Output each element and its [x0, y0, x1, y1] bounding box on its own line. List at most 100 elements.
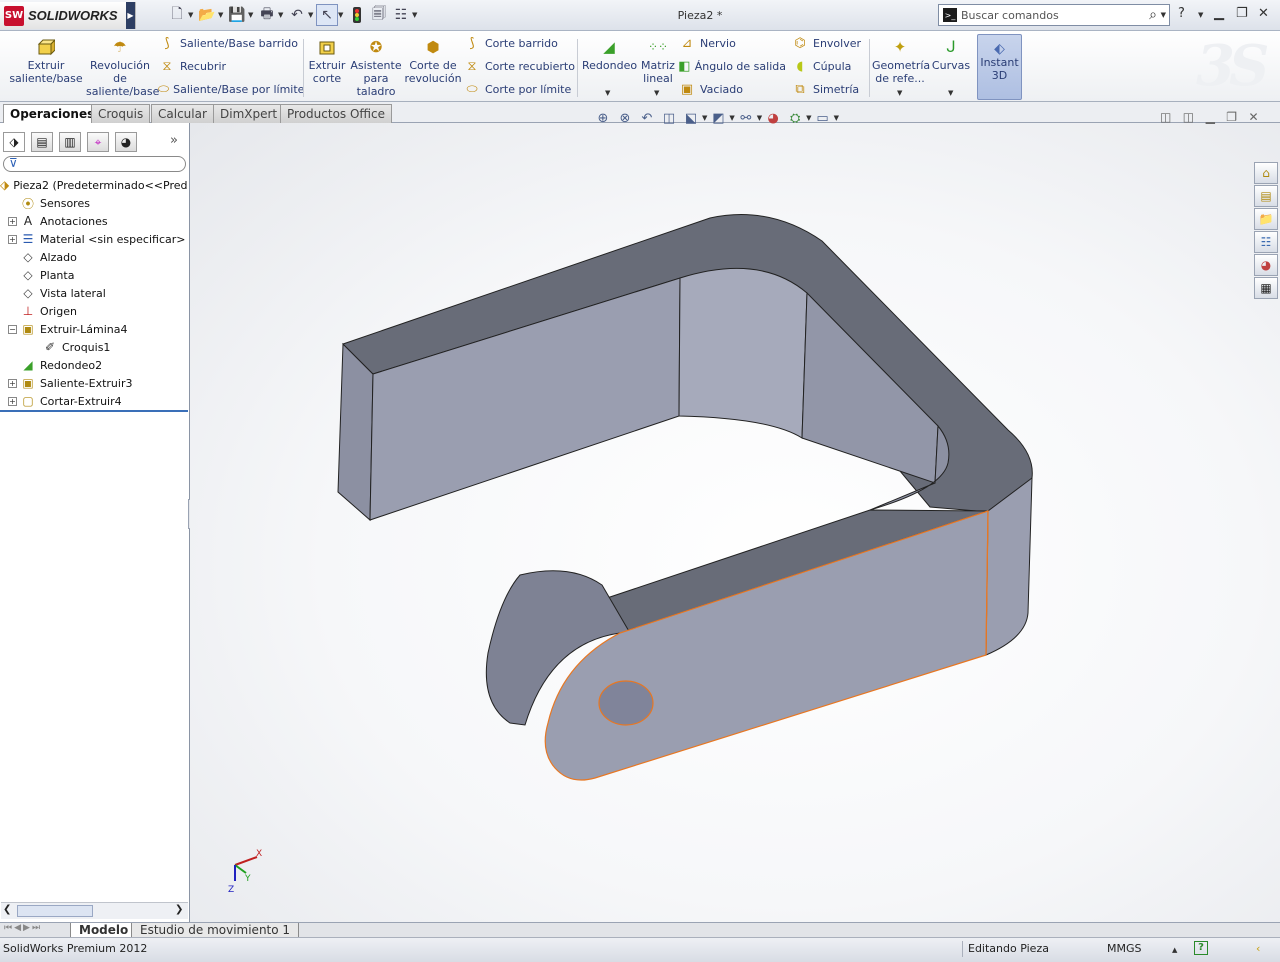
- apply-scene-icon[interactable]: ⛭: [784, 108, 806, 128]
- loft-button[interactable]: ⧖ Recubrir: [158, 56, 298, 76]
- options-dropdown-icon[interactable]: ▼: [412, 11, 420, 19]
- rollback-bar[interactable]: [0, 410, 188, 412]
- tree-item[interactable]: ⊥ Origen: [0, 302, 188, 320]
- curves-button[interactable]: ᒍ Curvas: [930, 37, 972, 72]
- feature-tree-tab-icon[interactable]: ⬗: [3, 132, 25, 152]
- tree-item[interactable]: ◇ Planta: [0, 266, 188, 284]
- swept-boss-button[interactable]: ⟆ Saliente/Base barrido: [158, 33, 298, 53]
- file-explorer-icon[interactable]: 📁: [1254, 208, 1278, 230]
- horizontal-scrollbar[interactable]: ❮ ❯: [1, 902, 188, 919]
- view-orientation-icon[interactable]: ⬕: [680, 108, 702, 128]
- dome-button[interactable]: ◖ Cúpula: [791, 56, 867, 76]
- tree-expander-icon[interactable]: +: [8, 234, 17, 244]
- design-library-icon[interactable]: ▤: [1254, 185, 1278, 207]
- tree-item[interactable]: + ▢ Cortar-Extruir4: [0, 392, 188, 410]
- revolve-cut-button[interactable]: ⬢ Corte de revolución: [404, 37, 462, 85]
- tree-expander-icon[interactable]: −: [8, 324, 17, 334]
- wrap-button[interactable]: ⌬ Envolver: [791, 33, 867, 53]
- help-icon[interactable]: ?: [1178, 6, 1185, 21]
- open-folder-icon[interactable]: 📂: [196, 4, 218, 26]
- tab-modelo[interactable]: Modelo: [70, 923, 138, 938]
- dimxpert-manager-tab-icon[interactable]: ⌖: [87, 132, 109, 152]
- tree-root-part[interactable]: ⬗ Pieza2 (Predeterminado<<Predeterminado…: [0, 176, 188, 194]
- tree-item[interactable]: ◇ Alzado: [0, 248, 188, 266]
- search-dropdown-icon[interactable]: ▼: [1161, 11, 1166, 19]
- new-dropdown-icon[interactable]: ▼: [188, 11, 196, 19]
- hide-show-items-icon[interactable]: ⚯: [735, 108, 757, 128]
- search-input[interactable]: Buscar comandos: [961, 9, 1149, 22]
- ref-geometry-dropdown-icon[interactable]: ▼: [897, 89, 902, 97]
- tree-item[interactable]: + ▣ Saliente-Extruir3: [0, 374, 188, 392]
- curves-dropdown-icon[interactable]: ▼: [948, 89, 953, 97]
- tab-croquis[interactable]: Croquis: [91, 104, 151, 123]
- model-inner-wall-curve[interactable]: [678, 267, 808, 439]
- tree-item[interactable]: ⦿ Sensores: [0, 194, 188, 212]
- tree-item[interactable]: − ▣ Extruir-Lámina4: [0, 320, 188, 338]
- tree-item[interactable]: + A Anotaciones: [0, 212, 188, 230]
- select-dropdown-icon[interactable]: ▼: [338, 11, 346, 19]
- viewport-minimize-icon[interactable]: ▁: [1206, 110, 1215, 124]
- print-icon[interactable]: 🖶: [256, 4, 278, 26]
- view-settings-dropdown-icon[interactable]: ▼: [834, 114, 839, 122]
- mirror-button[interactable]: ⧉ Simetría: [791, 79, 867, 99]
- solidworks-menu-button[interactable]: SW SOLIDWORKS ▶: [0, 2, 136, 29]
- hole-wizard-button[interactable]: ✪ Asistente para taladro: [349, 37, 403, 98]
- display-manager-tab-icon[interactable]: ◕: [115, 132, 137, 152]
- shell-button[interactable]: ▣ Vaciado: [678, 79, 786, 99]
- tree-item[interactable]: ◇ Vista lateral: [0, 284, 188, 302]
- select-cursor-icon[interactable]: ↖: [316, 4, 338, 26]
- tab-calcular[interactable]: Calcular: [151, 104, 214, 123]
- display-style-icon[interactable]: ◩: [707, 108, 729, 128]
- rib-button[interactable]: ⊿ Nervio: [678, 33, 786, 53]
- scroll-left-icon[interactable]: ❮: [3, 904, 11, 915]
- instant3d-button[interactable]: ⬖ Instant 3D: [977, 34, 1022, 100]
- linear-pattern-button[interactable]: ⁘⁘ Matriz lineal: [640, 37, 676, 85]
- scroll-thumb[interactable]: [17, 905, 93, 917]
- pattern-dropdown-icon[interactable]: ▼: [654, 89, 659, 97]
- help-dropdown-icon[interactable]: ▼: [1198, 11, 1203, 19]
- menu-flyout-arrow-icon[interactable]: ▶: [126, 2, 135, 29]
- fillet-dropdown-icon[interactable]: ▼: [605, 89, 610, 97]
- revolve-boss-button[interactable]: ☂ Revolución de saliente/base: [86, 37, 159, 98]
- tree-expander-icon[interactable]: +: [8, 396, 17, 406]
- save-icon[interactable]: 💾: [226, 4, 248, 26]
- tree-item[interactable]: ✐ Croquis1: [0, 338, 188, 356]
- section-view-icon[interactable]: ◫: [658, 108, 680, 128]
- view-settings-icon[interactable]: ▭: [812, 108, 834, 128]
- tree-item[interactable]: ◢ Redondeo2: [0, 356, 188, 374]
- model-view[interactable]: X Y Z: [190, 123, 1280, 922]
- search-commands-box[interactable]: >_ Buscar comandos ⌕ ▼: [938, 4, 1170, 26]
- viewport-split-right-icon[interactable]: ◫: [1183, 110, 1194, 124]
- zoom-to-fit-icon[interactable]: ⊕: [592, 108, 614, 128]
- print-dropdown-icon[interactable]: ▼: [278, 11, 286, 19]
- viewport-close-icon[interactable]: ✕: [1249, 110, 1259, 124]
- tree-expander-icon[interactable]: +: [8, 378, 17, 388]
- rebuild-traffic-light-icon[interactable]: [346, 4, 368, 26]
- panel-expand-icon[interactable]: »: [170, 133, 178, 148]
- scroll-right-icon[interactable]: ❯: [175, 904, 183, 915]
- solidworks-resources-icon[interactable]: ⌂: [1254, 162, 1278, 184]
- status-units[interactable]: MMGS: [1107, 942, 1142, 955]
- options-icon[interactable]: ☷: [390, 4, 412, 26]
- tab-operaciones[interactable]: Operaciones: [3, 104, 102, 124]
- quick-tips-icon[interactable]: ?: [1194, 941, 1208, 955]
- extrude-boss-button[interactable]: Extruir saliente/base: [8, 37, 84, 85]
- close-icon[interactable]: ✕: [1258, 6, 1269, 21]
- file-properties-icon[interactable]: 🗐: [368, 4, 390, 26]
- graphics-area[interactable]: X Y Z: [190, 123, 1280, 922]
- units-dropdown-icon[interactable]: ▲: [1172, 946, 1177, 954]
- new-document-icon[interactable]: 🗋: [166, 4, 188, 26]
- lofted-cut-button[interactable]: ⧖ Corte recubierto: [463, 56, 575, 76]
- open-dropdown-icon[interactable]: ▼: [218, 11, 226, 19]
- restore-icon[interactable]: ❐: [1236, 6, 1248, 21]
- viewport-split-left-icon[interactable]: ◫: [1160, 110, 1171, 124]
- edit-appearance-icon[interactable]: ◕: [762, 108, 784, 128]
- boundary-cut-button[interactable]: ⬭ Corte por límite: [463, 79, 575, 99]
- appearances-scenes-icon[interactable]: ◕: [1254, 254, 1278, 276]
- tab-scroll-arrows-icon[interactable]: ⏮◀▶⏭: [4, 923, 42, 933]
- tree-item[interactable]: + ☰ Material <sin especificar>: [0, 230, 188, 248]
- previous-view-icon[interactable]: ↶: [636, 108, 658, 128]
- property-manager-tab-icon[interactable]: ▤: [31, 132, 53, 152]
- tab-estudio-movimiento[interactable]: Estudio de movimiento 1: [131, 923, 300, 938]
- search-icon[interactable]: ⌕: [1149, 7, 1169, 23]
